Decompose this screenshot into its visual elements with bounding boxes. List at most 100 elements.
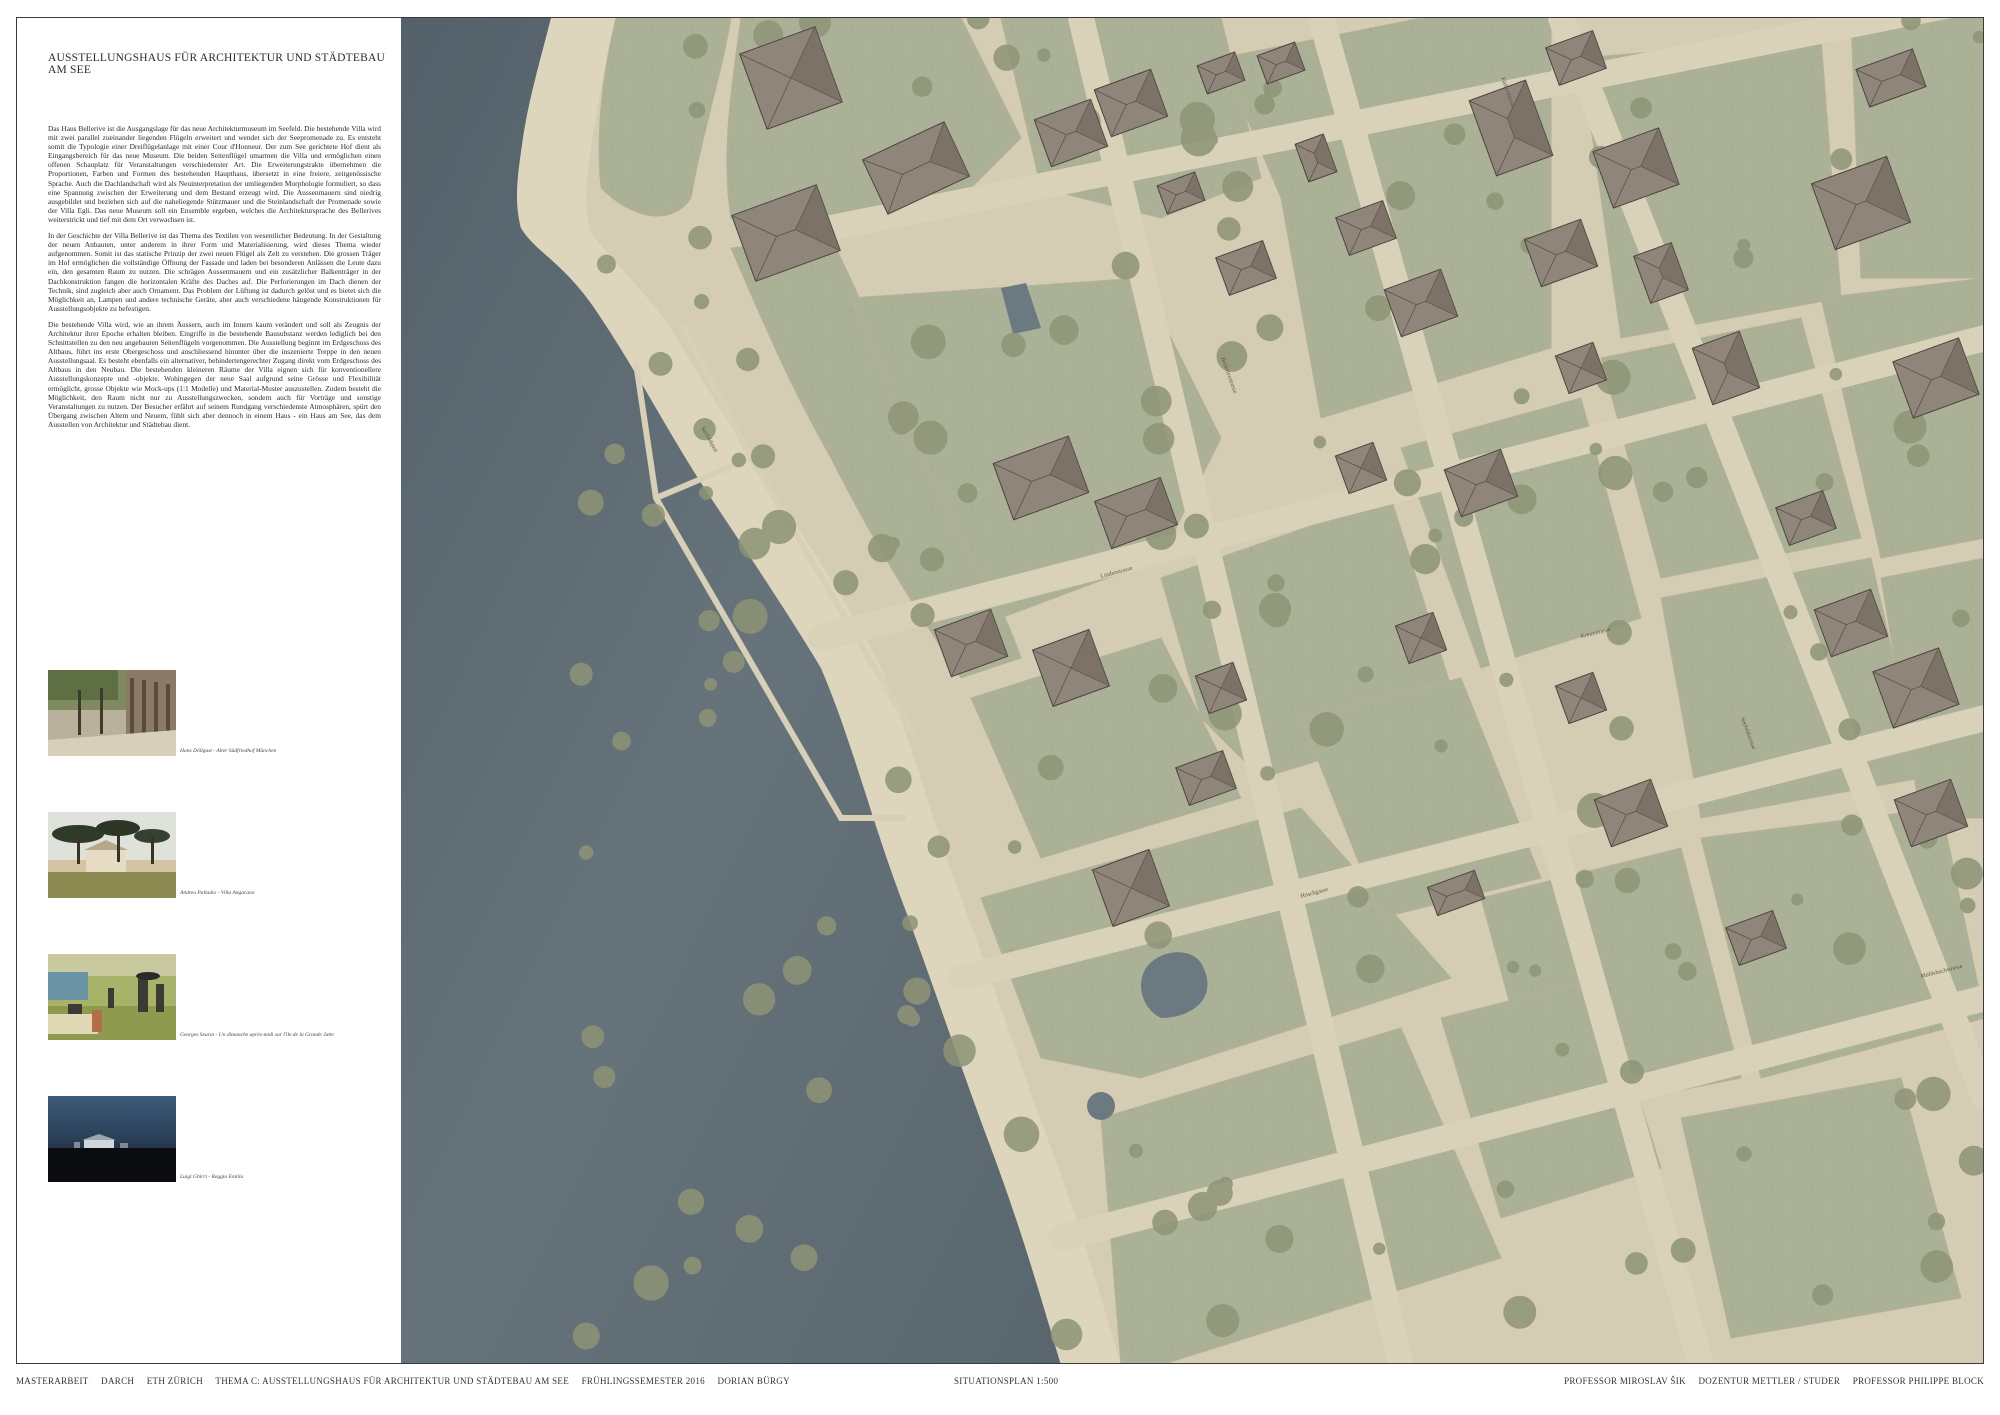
tree [1589,442,1603,456]
tree [790,1244,818,1271]
tree [1357,666,1374,683]
tree [1916,1076,1951,1112]
footer-item: Dozentur Mettler / Studer [1698,1376,1841,1386]
tree [1920,1250,1953,1283]
tree [694,294,710,310]
tree [577,489,604,516]
tree [581,1025,605,1049]
tree [722,650,745,673]
caption: Hans Döllgast - Alter Südfriedhof Münche… [180,748,277,754]
tree [1894,1088,1917,1110]
tree [688,101,706,119]
tree [1678,962,1697,981]
paragraph: In der Geschichte der Villa Bellerive is… [48,231,381,313]
tree [1309,712,1344,747]
tree [1499,672,1514,687]
footer-item: Masterarbeit [16,1376,89,1386]
tree [1202,600,1222,619]
tree [704,678,717,691]
tree [806,1077,832,1104]
tree [698,610,720,632]
tree [1183,513,1209,539]
tree [1428,528,1443,543]
paragraph: Die bestehende Villa wird, wie an ihrem … [48,319,381,429]
tree [1783,605,1798,620]
tree [833,570,859,596]
tree [1791,893,1804,906]
tree [1625,1252,1648,1275]
tree [1001,332,1026,358]
tree [1003,1116,1040,1153]
caption: Georges Seurat - Un dimanche après-midi … [180,1032,334,1038]
site-plan-map: Bellerivestrasse Seefeldquai Färberstras… [401,18,1983,1363]
plan-scale: Situationsplan 1:500 [954,1376,1059,1386]
tree [1264,602,1290,628]
tree [1829,367,1843,381]
tree [1555,1042,1570,1057]
tree [742,983,776,1016]
tree [596,254,616,274]
tree [1152,1209,1178,1236]
tree [1670,1237,1696,1263]
tree [698,709,717,727]
tree [1927,1212,1946,1231]
tree [593,1065,616,1089]
tree [1386,181,1416,211]
footer-item: DArch [101,1376,135,1386]
footer-left: Masterarbeit DArch ETH Zürich Thema C: A… [16,1376,800,1386]
tree [762,509,797,544]
tree [1144,921,1172,949]
tree [641,503,665,527]
tree [604,443,625,465]
tree [1356,954,1385,984]
tree [1410,544,1441,575]
tree [1959,897,1976,914]
tree [887,537,900,550]
tree [1952,609,1970,628]
tree [1736,1146,1752,1162]
tree [1256,314,1284,342]
reference-image-4: Luigi Ghirri - Reggio Emilia [48,1096,388,1186]
tree [927,835,950,858]
tree [1434,739,1448,753]
tree [897,1005,917,1025]
tree [1049,315,1079,346]
footer-item: Frühlingssemester 2016 [581,1376,705,1386]
footer-item: Professor Philippe Block [1852,1376,1984,1386]
tree [1187,1191,1218,1222]
tree [1254,94,1275,115]
tree [885,766,912,794]
tree [1486,192,1504,210]
tree [1007,840,1022,854]
tree [1664,943,1682,960]
tree [1838,718,1861,741]
tree [683,33,708,59]
tree [699,486,714,500]
tree [993,44,1020,71]
tree [683,1256,702,1275]
tree [890,413,912,435]
villa-photo [48,812,176,898]
tree [1619,1059,1644,1084]
tree [633,1265,669,1301]
tree [1830,148,1853,171]
tree [1179,101,1216,138]
tree [579,845,594,860]
footer-item: Professor Miroslav Šik [1564,1376,1686,1386]
tree [569,662,593,686]
painting-image [48,954,176,1040]
tree [943,1034,976,1067]
tree [1128,1143,1143,1158]
tree [1609,716,1634,741]
tree [1037,48,1051,62]
reference-image-2: Andrea Palladio - Villa Angarano [48,812,388,902]
arcade-photo [48,670,176,756]
tree [1443,123,1466,146]
poster-title: Ausstellungshaus für Architektur und Stä… [48,52,385,76]
tree [1038,754,1064,781]
tree [1050,1318,1083,1351]
tree [1614,867,1641,894]
tree [1815,473,1834,491]
tree [913,420,948,455]
tree [1265,1224,1294,1253]
